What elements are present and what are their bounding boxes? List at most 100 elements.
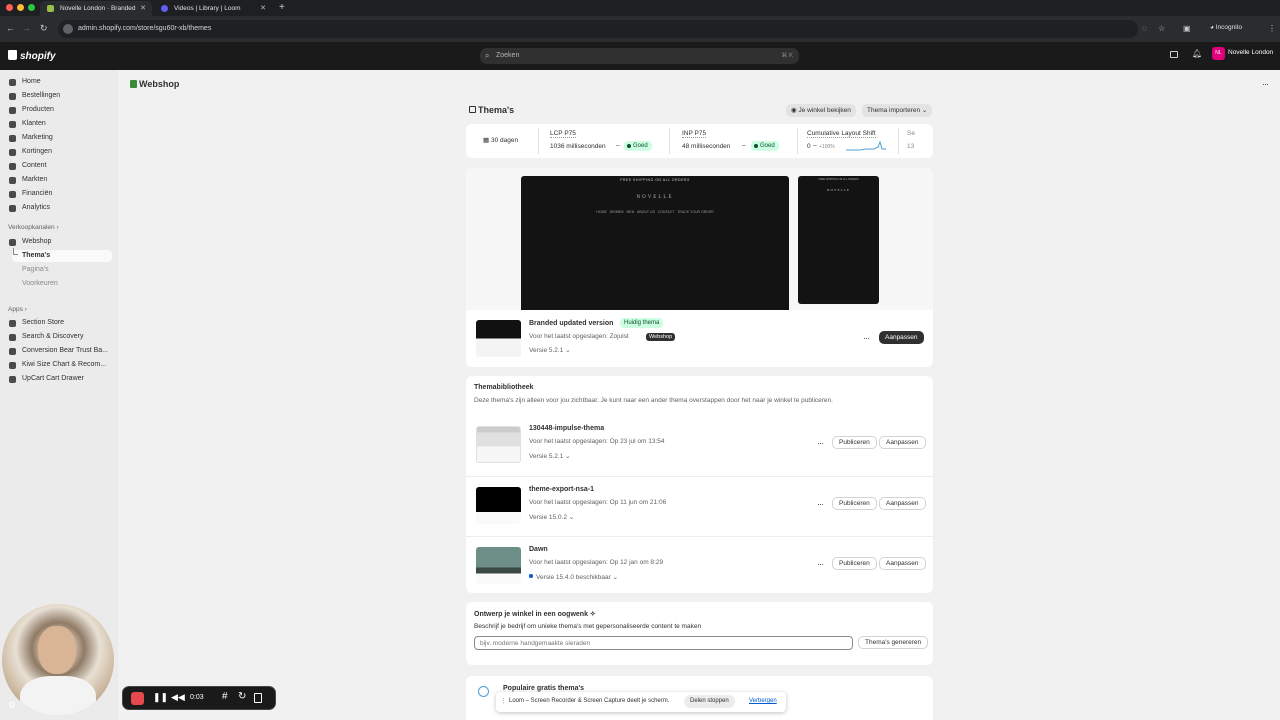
period-selector[interactable]: ▦ 30 dagen — [483, 136, 518, 144]
theme-thumbnail — [476, 426, 521, 463]
sidebar-app-upcart[interactable]: UpCart Cart Drawer — [8, 373, 112, 385]
more-actions-icon[interactable]: ··· — [817, 439, 824, 448]
stop-sharing-button[interactable]: Delen stoppen — [684, 695, 735, 708]
sidebar-item-content[interactable]: Content — [8, 160, 112, 172]
customize-button[interactable]: Aanpassen — [879, 497, 926, 510]
stop-recording-icon[interactable] — [131, 692, 144, 705]
eye-slash-icon[interactable]: ◌ — [1142, 24, 1147, 33]
sidebar-item-label: Producten — [22, 106, 54, 113]
sidebar-item-orders[interactable]: Bestellingen — [8, 90, 112, 102]
publish-button[interactable]: Publiceren — [832, 436, 877, 449]
period-label: 30 dagen — [490, 137, 519, 144]
metric-cls-label[interactable]: Cumulative Layout Shift — [807, 130, 876, 138]
tab-close-icon[interactable]: ✕ — [140, 4, 146, 12]
more-actions-icon[interactable]: ··· — [863, 334, 870, 343]
sidebar-app-section-store[interactable]: Section Store — [8, 317, 112, 329]
chevron-down-icon: ⌄ — [563, 453, 571, 460]
drag-handle-icon[interactable]: ⋮ — [500, 697, 507, 705]
sidebar-subitem-themes[interactable]: Thema's — [22, 250, 50, 262]
metric-partial-label[interactable]: Se — [907, 130, 915, 137]
web-performance-card: ▦ 30 dagen LCP P75 1036 milliseconden – … — [466, 124, 933, 158]
sidebar-item-label: Content — [22, 162, 47, 169]
mobile-preview[interactable]: FREE SHIPPING ON ALL ORDERS NOVELLE — [798, 176, 879, 304]
site-info-icon[interactable] — [63, 24, 73, 34]
pause-icon[interactable]: ❚❚ — [153, 692, 168, 703]
bookmark-star-icon[interactable]: ☆ — [1158, 24, 1165, 33]
extensions-icon[interactable]: ▣ — [1183, 24, 1191, 33]
sidebar-app-kiwi-size-chart[interactable]: Kiwi Size Chart & Recom... — [8, 359, 112, 371]
sidebar-subitem-preferences[interactable]: Voorkeuren — [22, 278, 58, 290]
publish-button[interactable]: Publiceren — [832, 557, 877, 570]
back-arrow-icon[interactable]: ← — [6, 23, 15, 33]
sidebar-item-label: Markten — [22, 176, 48, 183]
bell-icon[interactable]: 🔔︎ — [1192, 49, 1202, 58]
window-maximize-icon[interactable] — [28, 4, 35, 11]
metric-lcp-label[interactable]: LCP P75 — [550, 130, 576, 138]
customize-button[interactable]: Aanpassen — [879, 557, 926, 570]
sidebar-item-customers[interactable]: Klanten — [8, 118, 112, 130]
loom-settings-icon[interactable]: ⚙ — [8, 700, 16, 711]
sidebar-item-marketing[interactable]: Marketing — [8, 132, 112, 144]
app-icon — [9, 320, 16, 327]
sidebar-app-search-discovery[interactable]: Search & Discovery — [8, 331, 112, 343]
more-actions-icon[interactable]: ··· — [817, 500, 824, 509]
incognito-indicator[interactable]: ◕ Incognito — [1210, 24, 1242, 31]
new-tab-button[interactable]: + — [279, 2, 285, 13]
tab-title: Novelle London · Branded — [60, 5, 136, 12]
window-close-icon[interactable] — [6, 4, 13, 11]
hide-button[interactable]: Verbergen — [749, 698, 777, 704]
shopify-bag-icon — [8, 50, 17, 60]
theme-version[interactable]: Versie 15.0.2 ⌄ — [529, 513, 574, 521]
browser-toolbar: ← → ↻ admin.shopify.com/store/sgu60r-xb/… — [0, 16, 1280, 42]
customize-button[interactable]: Aanpassen — [879, 436, 926, 449]
forward-arrow-icon[interactable]: → — [22, 23, 31, 33]
sidebar-item-products[interactable]: Producten — [8, 104, 112, 116]
design-subtitle: Beschrijf je bedrijf om unieke thema's m… — [474, 623, 702, 630]
grid-icon[interactable]: # — [222, 691, 228, 702]
sidebar-item-home[interactable]: Home — [8, 76, 112, 88]
trash-icon[interactable] — [254, 693, 262, 703]
sidebar-item-finance[interactable]: Financiën — [8, 188, 112, 200]
more-actions-icon[interactable]: ··· — [817, 560, 824, 569]
generate-themes-button[interactable]: Thema's genereren — [858, 636, 929, 649]
reload-icon[interactable]: ↻ — [40, 23, 48, 33]
sidebar-subitem-pages[interactable]: Pagina's — [22, 264, 49, 276]
desktop-preview[interactable]: FREE SHIPPING ON ALL ORDERS NOVELLE HOME… — [521, 176, 789, 310]
tab-close-icon[interactable]: ✕ — [260, 4, 266, 12]
sidebar-item-label: Home — [22, 78, 41, 85]
browser-menu-icon[interactable]: ⋮ — [1268, 24, 1276, 33]
restart-icon[interactable]: ↻ — [238, 691, 246, 702]
inbox-icon[interactable] — [1170, 51, 1178, 58]
sidebar-item-markets[interactable]: Markten — [8, 174, 112, 186]
sidebar-item-analytics[interactable]: Analytics — [8, 202, 112, 214]
customize-button[interactable]: Aanpassen — [879, 331, 924, 344]
theme-version[interactable]: Versie 5.2.1 ⌄ — [529, 346, 571, 354]
theme-version[interactable]: Versie 5.2.1 ⌄ — [529, 452, 571, 460]
browser-tab-shopify[interactable]: Novelle London · Branded ✕ — [40, 1, 152, 16]
sidebar-app-conversion-bear[interactable]: Conversion Bear Trust Ba... — [8, 345, 112, 357]
metric-dash: – — [616, 142, 620, 149]
sidebar-item-discounts[interactable]: Kortingen — [8, 146, 112, 158]
publish-button[interactable]: Publiceren — [832, 497, 877, 510]
sidebar-item-webshop[interactable]: Webshop — [8, 236, 112, 248]
bank-icon — [9, 191, 16, 198]
search-input[interactable]: ⌕ Zoeken ⌘ K — [480, 48, 799, 64]
theme-version-update[interactable]: Versie 15.4.0 beschikbaar ⌄ — [529, 573, 618, 581]
apps-header[interactable]: Apps › — [8, 306, 27, 313]
sales-channels-header[interactable]: Verkoopkanalen › — [8, 224, 59, 231]
rewind-icon[interactable]: ◀◀ — [171, 692, 185, 703]
business-description-input[interactable] — [474, 636, 853, 650]
page-more-actions-icon[interactable]: ··· — [1262, 80, 1269, 89]
content-icon — [9, 163, 16, 170]
import-theme-button[interactable]: Thema importeren ⌄ — [862, 104, 933, 117]
window-minimize-icon[interactable] — [17, 4, 24, 11]
metric-inp-label[interactable]: INP P75 — [682, 130, 707, 138]
shopify-logo[interactable]: shopify — [8, 50, 56, 62]
breadcrumb[interactable]: Webshop — [130, 79, 179, 89]
globe-icon — [478, 686, 489, 697]
browser-tab-loom[interactable]: Videos | Library | Loom ✕ — [154, 1, 272, 16]
address-bar[interactable]: admin.shopify.com/store/sgu60r-xb/themes — [58, 20, 1138, 38]
webcam-bubble[interactable] — [2, 604, 114, 716]
view-store-button[interactable]: ◉ Je winkel bekijken — [786, 104, 856, 117]
store-menu[interactable]: NL Novelle London — [1212, 47, 1273, 60]
